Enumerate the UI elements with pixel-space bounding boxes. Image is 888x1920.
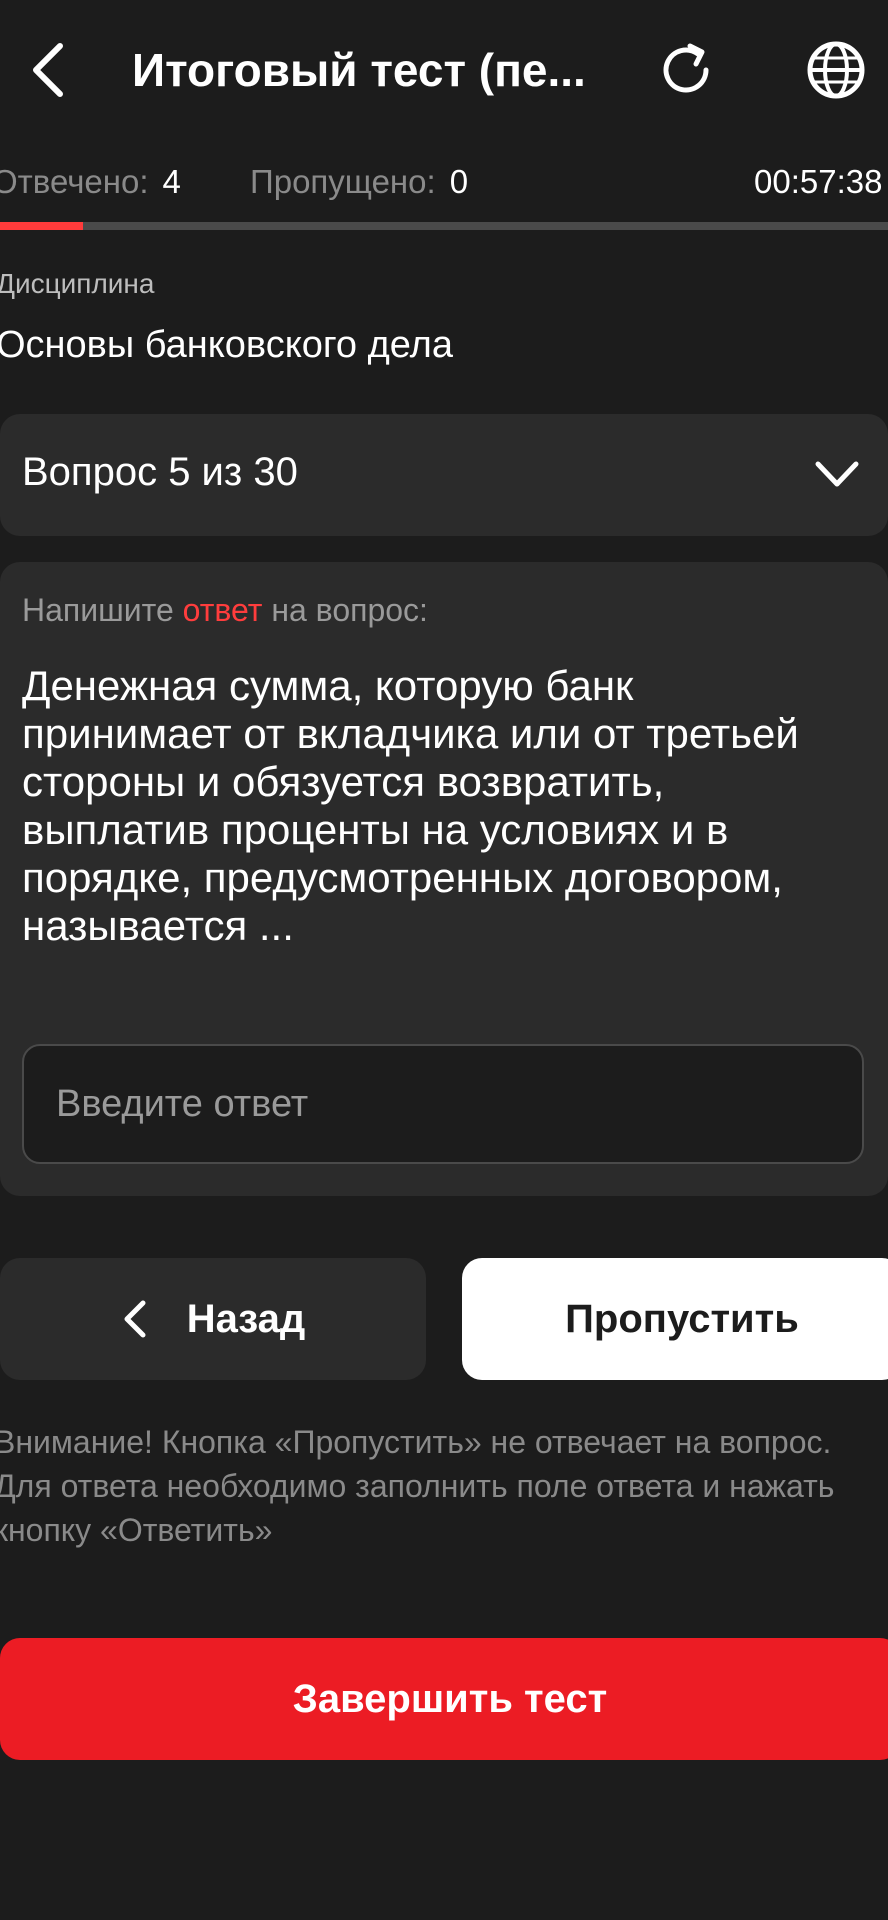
chevron-left-icon xyxy=(33,43,63,97)
discipline-name: Основы банковского дела xyxy=(0,324,453,366)
progress-bar xyxy=(0,222,888,230)
question-prompt: Напишите ответ на вопрос: xyxy=(22,592,428,629)
refresh-icon xyxy=(663,43,709,93)
skip-button-label: Пропустить xyxy=(565,1296,799,1341)
back-button[interactable]: Назад xyxy=(0,1258,426,1380)
chevron-down-icon xyxy=(815,461,859,487)
skip-button[interactable]: Пропустить xyxy=(462,1258,888,1380)
answered-label: Отвечено: xyxy=(0,163,149,200)
prompt-text-end: на вопрос: xyxy=(262,592,428,628)
skipped-label: Пропущено: xyxy=(250,163,436,200)
top-bar: Итоговый тест (пе... xyxy=(0,0,888,140)
progress-fill xyxy=(0,222,83,230)
globe-icon xyxy=(807,41,865,99)
answered-stat: Отвечено: 4 xyxy=(0,160,181,204)
back-button-label: Назад xyxy=(186,1296,306,1341)
skip-notice: Внимание! Кнопка «Пропустить» не отвечае… xyxy=(0,1424,835,1548)
answer-input[interactable] xyxy=(22,1044,864,1164)
chevron-left-icon xyxy=(124,1300,146,1338)
question-number: Вопрос 5 из 30 xyxy=(22,450,298,494)
discipline-label: Дисциплина xyxy=(0,268,155,299)
question-card: Напишите ответ на вопрос: Денежная сумма… xyxy=(0,562,888,1196)
finish-test-button[interactable]: Завершить тест xyxy=(0,1638,888,1760)
finish-button-label: Завершить тест xyxy=(292,1676,608,1721)
prompt-text-start: Напишите xyxy=(22,592,183,628)
page-title: Итоговый тест (пе... xyxy=(132,44,586,96)
question-selector-dropdown[interactable]: Вопрос 5 из 30 xyxy=(0,414,888,536)
language-button[interactable] xyxy=(800,34,872,106)
skipped-stat: Пропущено: 0 xyxy=(250,160,468,204)
question-text: Денежная сумма, которую банк принимает о… xyxy=(22,662,799,949)
answered-count: 4 xyxy=(162,163,181,200)
stats-bar: Отвечено: 4 Пропущено: 0 00:57:38 xyxy=(0,160,888,204)
back-icon-button[interactable] xyxy=(18,30,78,110)
prompt-accent: ответ xyxy=(182,592,263,628)
timer: 00:57:38 xyxy=(754,163,883,200)
skipped-count: 0 xyxy=(449,163,469,200)
refresh-button[interactable] xyxy=(650,34,722,106)
